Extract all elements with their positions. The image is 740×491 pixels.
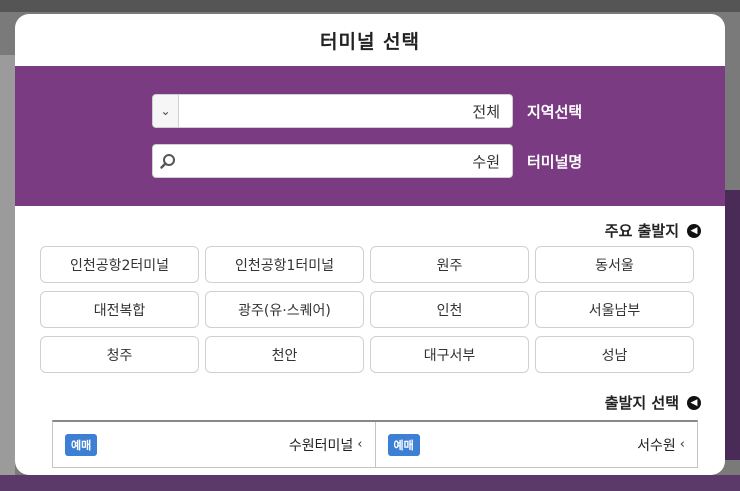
reserve-badge: 예매	[65, 433, 98, 456]
terminal-select-modal: 터미널 선택 ⌄ 전체 지역선택 수원 터미널명 ◀ 주요 출발지 인천공항2터…	[15, 14, 725, 475]
search-panel: ⌄ 전체 지역선택 수원 터미널명	[15, 66, 725, 206]
departure-option-label-wrap: 서수원 ‹	[637, 435, 685, 455]
departure-chip[interactable]: 인천공항2터미널	[40, 246, 199, 283]
region-label: 지역선택	[527, 102, 583, 121]
terminal-row: 수원 터미널명	[152, 144, 582, 178]
background-left-panel	[0, 55, 15, 475]
background-bottom-strip	[0, 475, 740, 491]
region-row: ⌄ 전체 지역선택	[152, 94, 582, 128]
background-right-panel	[724, 190, 740, 460]
departure-chip[interactable]: 원주	[370, 246, 529, 283]
chevron-left-icon: ◀	[687, 223, 701, 238]
departure-option-name: 서수원	[637, 437, 676, 454]
departure-chip[interactable]: 성남	[535, 336, 694, 373]
modal-title: 터미널 선택	[319, 30, 420, 53]
terminal-search-value: 수원	[472, 152, 500, 171]
terminal-search-input[interactable]: 수원	[152, 144, 513, 178]
departure-select-heading: ◀ 출발지 선택	[605, 392, 701, 413]
departure-chip[interactable]: 광주(유·스퀘어)	[205, 291, 364, 328]
background-top-strip	[0, 0, 740, 12]
search-icon[interactable]	[153, 153, 183, 169]
departure-chip[interactable]: 인천공항1터미널	[205, 246, 364, 283]
chevron-left-icon: ‹	[357, 437, 363, 452]
departure-chip[interactable]: 청주	[40, 336, 199, 373]
departure-chip[interactable]: 대전복합	[40, 291, 199, 328]
departure-options: 예매 수원터미널 ‹ 예매 서수원 ‹	[52, 420, 698, 468]
departure-chip[interactable]: 서울남부	[535, 291, 694, 328]
chevron-left-icon: ‹	[679, 437, 685, 452]
reserve-badge: 예매	[387, 433, 420, 456]
chevron-left-icon: ◀	[687, 395, 701, 410]
departure-chip[interactable]: 동서울	[535, 246, 694, 283]
modal-header: 터미널 선택	[15, 14, 725, 66]
main-departures-grid: 인천공항2터미널 인천공항1터미널 원주 동서울 대전복합 광주(유·스퀘어) …	[40, 246, 700, 373]
departure-chip[interactable]: 대구서부	[370, 336, 529, 373]
departure-select-title: 출발지 선택	[604, 394, 679, 412]
departure-option-label-wrap: 수원터미널 ‹	[289, 435, 363, 455]
main-departures-heading: ◀ 주요 출발지	[605, 220, 701, 241]
terminal-label: 터미널명	[527, 152, 583, 171]
departure-chip[interactable]: 인천	[370, 291, 529, 328]
departure-chip[interactable]: 천안	[205, 336, 364, 373]
main-departures-title: 주요 출발지	[604, 222, 679, 240]
region-select-value: 전체	[472, 102, 500, 121]
departure-option[interactable]: 예매 서수원 ‹	[374, 422, 698, 467]
departure-option[interactable]: 예매 수원터미널 ‹	[53, 422, 375, 467]
region-select[interactable]: ⌄ 전체	[152, 94, 513, 128]
departure-option-name: 수원터미널	[288, 437, 354, 454]
chevron-down-icon[interactable]: ⌄	[153, 95, 179, 127]
